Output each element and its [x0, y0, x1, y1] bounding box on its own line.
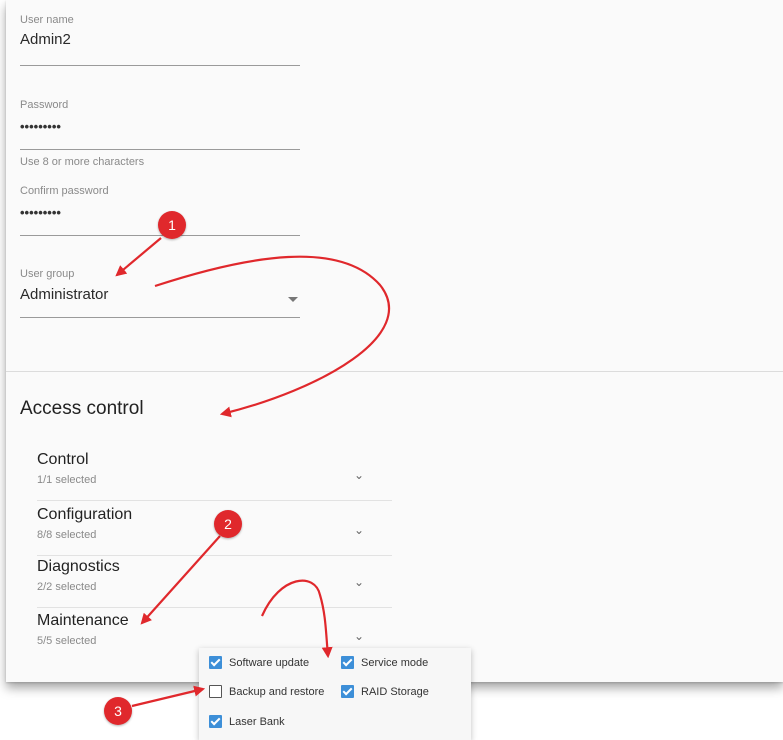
- callout-badge-2: 2: [214, 510, 242, 538]
- annotation-arrows: [115, 237, 390, 708]
- user-group-to-access-control-arrow: [154, 255, 390, 418]
- callout-3-arrow: [131, 685, 206, 708]
- callout-1-arrow: [115, 237, 162, 277]
- callout-2-arrow: [140, 535, 221, 625]
- maintenance-to-service-mode-arrow: [260, 579, 333, 659]
- callout-badge-1: 1: [158, 211, 186, 239]
- callout-badge-3: 3: [104, 697, 132, 725]
